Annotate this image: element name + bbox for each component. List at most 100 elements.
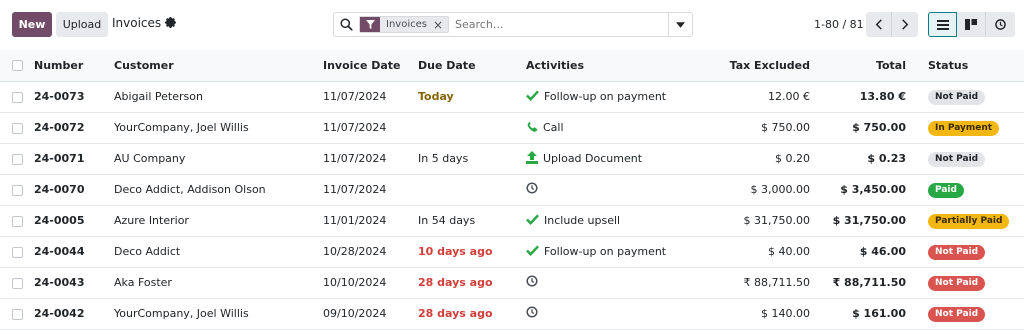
- customer-name: Azure Interior: [114, 205, 323, 237]
- invoice-number: 24-0071: [34, 143, 114, 175]
- status-badge: Partially Paid: [928, 213, 1010, 229]
- customer-name: AU Company: [114, 143, 323, 175]
- row-checkbox[interactable]: [12, 91, 23, 103]
- check-icon[interactable]: [526, 213, 539, 228]
- row-checkbox[interactable]: [12, 122, 23, 134]
- list-view-icon[interactable]: [928, 12, 957, 37]
- column-activities[interactable]: Activities: [526, 50, 696, 82]
- filter-icon: [360, 17, 380, 32]
- table-row[interactable]: 24-0070 Deco Addict, Addison Olson 11/07/2…: [0, 174, 1024, 206]
- column-status[interactable]: Status: [910, 50, 1024, 82]
- column-due-date[interactable]: Due Date: [418, 50, 526, 82]
- activity-cell[interactable]: Include upsell: [526, 205, 696, 237]
- activity-cell[interactable]: [526, 174, 696, 206]
- invoice-number: 24-0044: [34, 236, 114, 268]
- search-facet: Invoices ×: [359, 16, 450, 33]
- tax-excluded-amount: ₹ 88,711.50: [696, 267, 814, 299]
- activity-cell[interactable]: Call: [526, 112, 696, 144]
- tax-excluded-amount: $ 40.00: [696, 236, 814, 268]
- clock-icon[interactable]: [526, 306, 538, 321]
- search-input[interactable]: [455, 18, 668, 31]
- due-date: Today: [418, 81, 526, 113]
- activity-cell[interactable]: Follow-up on payment: [526, 236, 696, 268]
- column-invoice-date[interactable]: Invoice Date: [323, 50, 418, 82]
- row-checkbox[interactable]: [12, 215, 23, 227]
- pager-value[interactable]: 1-80 / 81: [814, 18, 864, 31]
- invoice-table: Number Customer Invoice Date Due Date Ac…: [0, 50, 1024, 330]
- table-row[interactable]: 24-0005 Azure Interior 11/01/2024 In 54 day…: [0, 205, 1024, 237]
- activity-cell[interactable]: Follow-up on payment: [526, 81, 696, 113]
- search-icon[interactable]: [334, 13, 358, 36]
- row-checkbox-cell: [0, 81, 34, 113]
- select-all-checkbox-cell: [0, 50, 34, 82]
- due-date: 28 days ago: [418, 298, 526, 330]
- activity-cell[interactable]: [526, 267, 696, 299]
- invoice-number: 24-0070: [34, 174, 114, 206]
- tax-excluded-amount: $ 750.00: [696, 112, 814, 144]
- activity-cell[interactable]: Upload Document: [526, 143, 696, 175]
- invoice-date: 10/10/2024: [323, 267, 418, 299]
- phone-icon[interactable]: [526, 120, 538, 135]
- select-all-checkbox[interactable]: [12, 60, 23, 72]
- status-badge: Paid: [928, 182, 964, 198]
- status-badge: Not Paid: [928, 275, 986, 291]
- activity-cell[interactable]: [526, 298, 696, 330]
- status-cell: Not Paid: [910, 298, 1024, 330]
- column-total[interactable]: Total: [814, 50, 910, 82]
- new-button[interactable]: New: [12, 12, 52, 37]
- table-row[interactable]: 24-0073 Abigail Peterson 11/07/2024 Today Fo…: [0, 81, 1024, 113]
- invoice-number: 24-0043: [34, 267, 114, 299]
- due-date: In 54 days: [418, 205, 526, 237]
- status-cell: Paid: [910, 174, 1024, 206]
- row-checkbox-cell: [0, 112, 34, 144]
- due-date: [418, 112, 526, 144]
- kanban-view-icon[interactable]: [957, 12, 986, 37]
- gear-icon[interactable]: [165, 17, 177, 29]
- row-checkbox[interactable]: [12, 277, 23, 289]
- activity-summary: Include upsell: [544, 214, 621, 227]
- status-badge: Not Paid: [928, 306, 986, 322]
- table-row[interactable]: 24-0071 AU Company 11/07/2024 In 5 days Uplo…: [0, 143, 1024, 175]
- clock-icon[interactable]: [526, 275, 538, 290]
- status-badge: In Payment: [928, 120, 1000, 136]
- activity-summary: Call: [543, 121, 564, 134]
- customer-name: Abigail Peterson: [114, 81, 323, 113]
- check-icon[interactable]: [526, 244, 539, 259]
- column-tax-excluded[interactable]: Tax Excluded: [696, 50, 814, 82]
- check-icon[interactable]: [526, 89, 539, 104]
- table-row[interactable]: 24-0042 YourCompany, Joel Willis 09/10/202…: [0, 298, 1024, 330]
- activity-view-icon[interactable]: [986, 12, 1015, 37]
- chevron-left-icon[interactable]: [866, 12, 892, 37]
- activity-summary: Follow-up on payment: [544, 245, 667, 258]
- invoice-number: 24-0042: [34, 298, 114, 330]
- invoice-date: 09/10/2024: [323, 298, 418, 330]
- status-cell: Not Paid: [910, 236, 1024, 268]
- table-row[interactable]: 24-0072 YourCompany, Joel Willis 11/07/202…: [0, 112, 1024, 144]
- clock-icon[interactable]: [526, 182, 538, 197]
- column-number[interactable]: Number: [34, 50, 114, 82]
- column-customer[interactable]: Customer: [114, 50, 323, 82]
- search-bar: Invoices ×: [333, 12, 693, 37]
- table-row[interactable]: 24-0044 Deco Addict 10/28/2024 10 days ago F…: [0, 236, 1024, 268]
- pager-buttons: [866, 12, 918, 37]
- customer-name: Aka Foster: [114, 267, 323, 299]
- control-panel: New Upload Invoices Invoices × 1-80 / 81: [0, 0, 1024, 49]
- total-amount: $ 46.00: [814, 236, 910, 268]
- table-row[interactable]: 24-0043 Aka Foster 10/10/2024 28 days ago ₹ …: [0, 267, 1024, 299]
- row-checkbox[interactable]: [12, 246, 23, 258]
- status-cell: Not Paid: [910, 143, 1024, 175]
- upload-icon[interactable]: [526, 150, 538, 167]
- customer-name: YourCompany, Joel Willis: [114, 298, 323, 330]
- row-checkbox[interactable]: [12, 153, 23, 165]
- breadcrumb-title: Invoices: [112, 16, 162, 30]
- status-cell: Partially Paid: [910, 205, 1024, 237]
- upload-button[interactable]: Upload: [56, 12, 108, 37]
- tax-excluded-amount: $ 31,750.00: [696, 205, 814, 237]
- row-checkbox[interactable]: [12, 184, 23, 196]
- chevron-right-icon[interactable]: [892, 12, 918, 37]
- row-checkbox[interactable]: [12, 308, 23, 320]
- tax-excluded-amount: 12.00 €: [696, 81, 814, 113]
- total-amount: $ 31,750.00: [814, 205, 910, 237]
- close-icon[interactable]: ×: [433, 19, 448, 31]
- chevron-down-icon[interactable]: [668, 13, 692, 36]
